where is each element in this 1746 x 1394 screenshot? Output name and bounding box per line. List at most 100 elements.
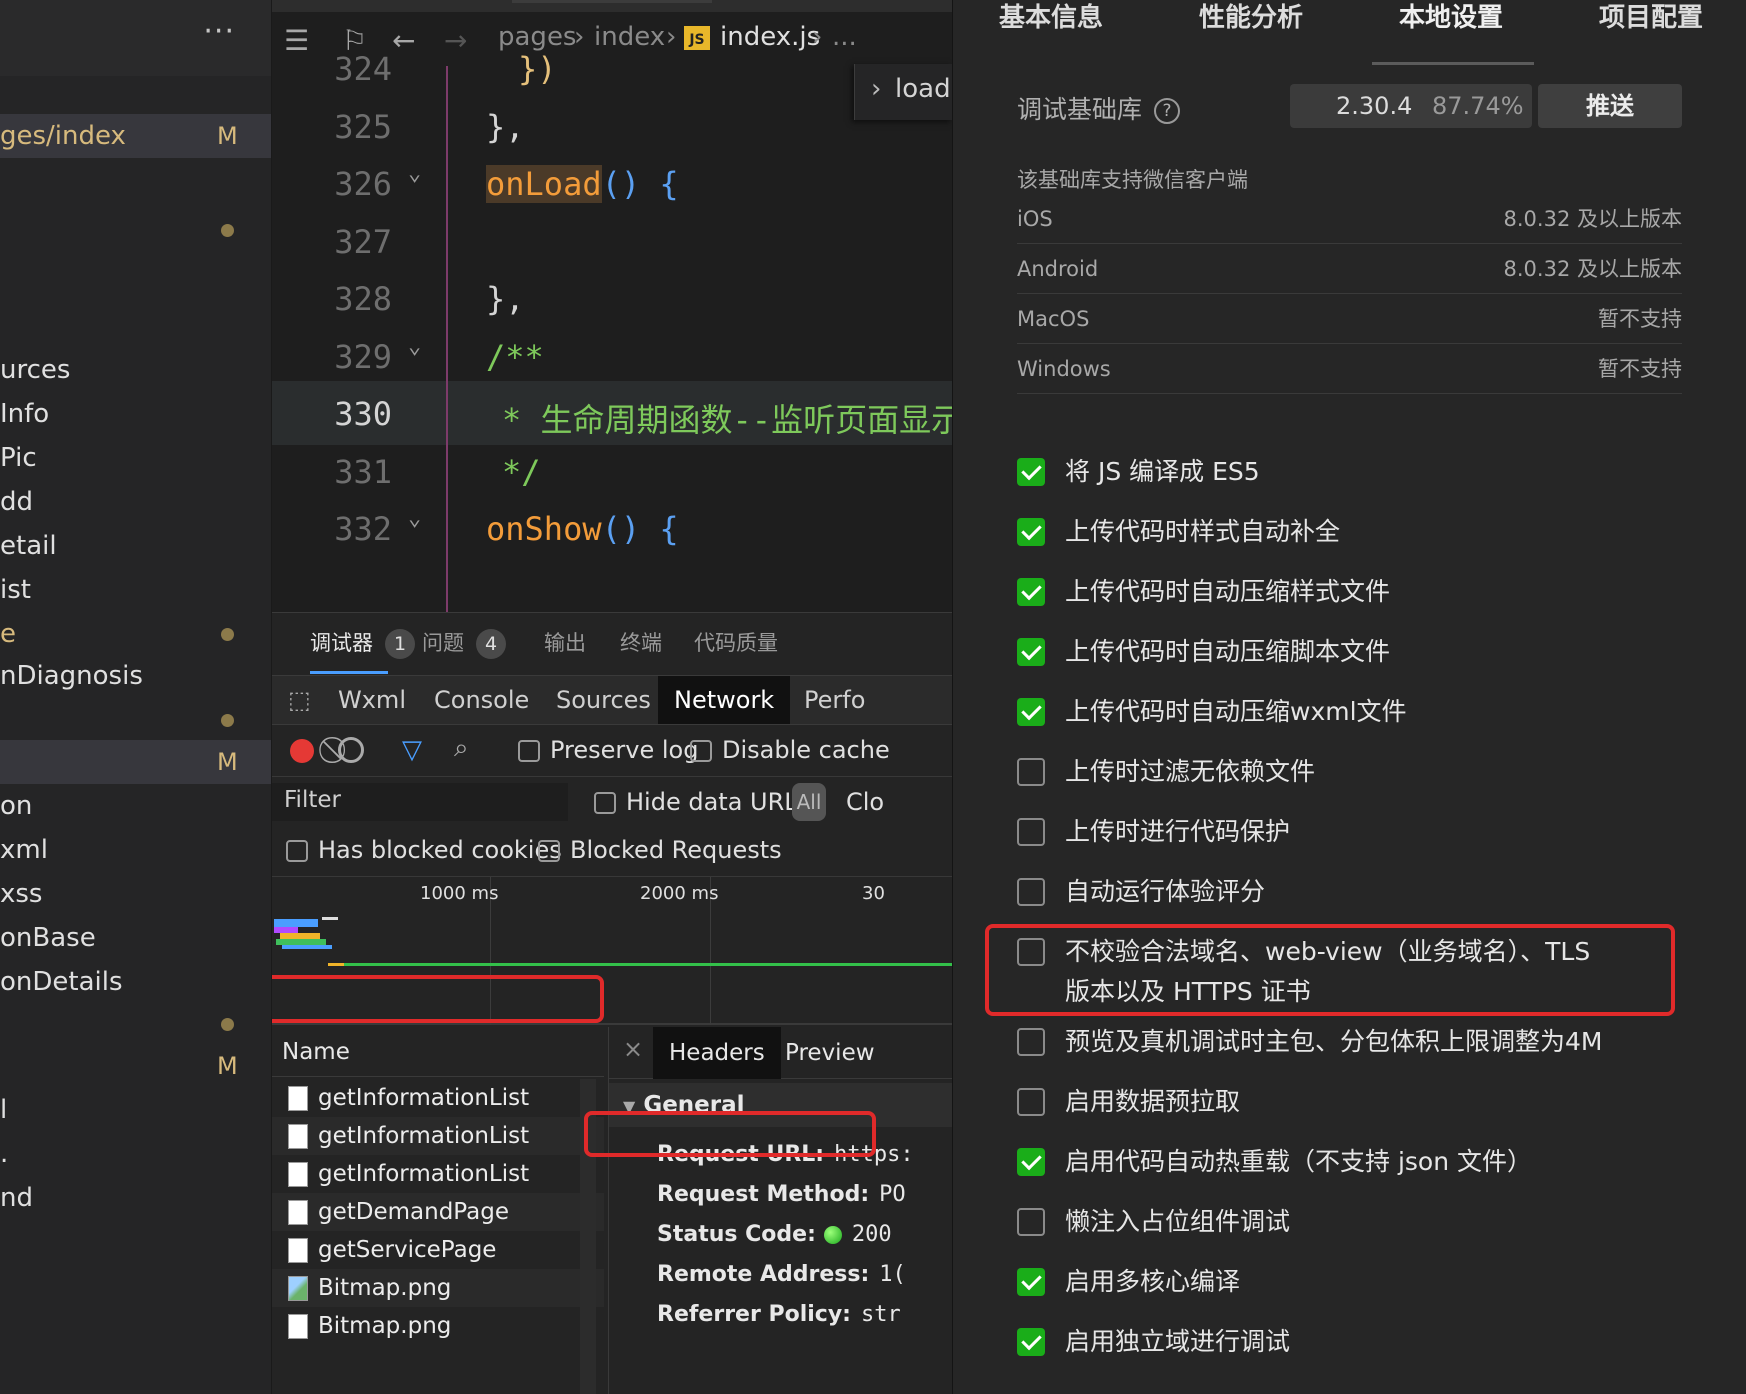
code-editor[interactable]: ☰ ⚐ ← → pages › index › JS index.js › ..… [272,0,952,612]
explorer-item[interactable]: nDiagnosis [0,654,271,698]
explorer-item[interactable]: on [0,784,271,828]
checkbox-checked-icon[interactable] [1017,578,1045,606]
panel-tab[interactable]: 输出 [544,627,586,657]
code-line[interactable]: 329 ⌄ /** [272,324,952,388]
checkbox-unchecked-icon[interactable] [1017,1208,1045,1236]
setting-option-label: 启用多核心编译 [1065,1262,1240,1302]
checkbox-checked-icon[interactable] [1017,698,1045,726]
clear-circle-icon[interactable] [338,737,364,763]
fold-chevron-icon[interactable]: ⌄ [408,334,421,359]
explorer-item[interactable]: e [0,612,271,656]
explorer-item[interactable]: Info [0,392,271,436]
devtools-tab-bar: ⬚ Wxml Console Sources Network Perfo [272,675,952,725]
panel-tab[interactable]: 代码质量 [694,627,778,657]
devtools-tab[interactable]: Console [418,676,545,724]
filter-icon[interactable]: ▽ [402,735,422,765]
checkbox-unchecked-icon[interactable] [1017,758,1045,786]
checkbox-checked-icon[interactable] [1017,1268,1045,1296]
explorer-item[interactable]: onBase [0,916,271,960]
checkbox-checked-icon[interactable] [1017,1148,1045,1176]
request-row[interactable]: getServicePage [272,1231,604,1269]
tab-headers[interactable]: Headers [653,1027,781,1079]
filter-row: Filter Hide data URLs All Clo [272,777,952,829]
panel-tab[interactable]: 问题 4 [422,627,506,659]
record-icon[interactable] [290,739,314,763]
hide-data-urls-checkbox[interactable]: Hide data URLs [594,788,810,816]
lib-version-select[interactable]: 2.30.4 87.74% [1290,84,1532,128]
checkbox-unchecked-icon[interactable] [1017,818,1045,846]
explorer-item[interactable] [0,698,271,742]
explorer-item[interactable]: M [0,1044,271,1088]
explorer-item[interactable]: M [0,740,271,784]
checkbox-checked-icon[interactable] [1017,518,1045,546]
header-value: 1( [879,1262,906,1287]
panel-tab[interactable]: 调试器 1 [310,627,415,659]
preserve-log-checkbox[interactable]: Preserve log [518,736,698,764]
all-filter-button[interactable]: All [792,783,826,821]
header-key: Request Method: [657,1182,870,1207]
code-line[interactable]: 330 * 生命周期函数--监听页面显示 [272,381,952,445]
request-row[interactable]: getInformationList [272,1079,604,1117]
sticky-scroll-widget[interactable]: › load [854,64,952,120]
panel-tab[interactable]: 终端 [620,627,662,657]
fold-chevron-icon[interactable]: ⌄ [408,506,421,531]
has-blocked-cookies-checkbox[interactable]: Has blocked cookies [286,836,562,864]
devtools-tab[interactable]: Wxml [322,676,422,724]
request-row[interactable]: Bitmap.png [272,1269,604,1307]
settings-tab[interactable]: 基本信息 [999,0,1103,64]
close-icon[interactable]: × [623,1035,643,1063]
push-button[interactable]: 推送 [1538,84,1682,128]
request-row[interactable]: Bitmap.png [272,1307,604,1345]
explorer-item[interactable]: etail [0,524,271,568]
blocked-requests-checkbox[interactable]: Blocked Requests [538,836,782,864]
explorer-item[interactable] [0,208,271,252]
name-column-header[interactable]: Name [272,1027,604,1077]
checkbox-checked-icon[interactable] [1017,1328,1045,1356]
fold-chevron-icon[interactable]: ⌄ [408,161,421,186]
more-actions-icon[interactable]: ··· [203,14,235,49]
disable-cache-checkbox[interactable]: Disable cache [690,736,890,764]
explorer-item[interactable]: l [0,1088,271,1132]
explorer-item[interactable]: onDetails [0,960,271,1004]
explorer-item[interactable]: nd [0,1176,271,1220]
code-text: */ [502,453,541,491]
settings-tab[interactable]: 项目配置 [1599,0,1703,64]
help-icon[interactable]: ? [1153,98,1180,124]
devtools-tab[interactable]: Sources [540,676,667,724]
inspect-element-icon[interactable]: ⬚ [288,686,311,714]
explorer-item[interactable]: Pic [0,436,271,480]
checkbox-checked-icon[interactable] [1017,638,1045,666]
checkbox-checked-icon[interactable] [1017,458,1045,486]
code-line[interactable]: 326 ⌄ onLoad() { [272,151,952,215]
settings-tab[interactable]: 性能分析 [1199,0,1303,64]
code-line[interactable]: 328}, [272,266,952,330]
request-name: getServicePage [318,1237,497,1263]
settings-tab[interactable]: 本地设置 [1399,0,1503,64]
code-line[interactable]: 325}, [272,94,952,158]
explorer-item[interactable]: xml [0,828,271,872]
explorer-item[interactable]: ist [0,568,271,612]
checkbox-unchecked-icon[interactable] [1017,878,1045,906]
devtools-tab[interactable]: Network [658,676,791,724]
code-line[interactable]: 332 ⌄ onShow() { [272,496,952,560]
code-line[interactable]: 324}) [272,36,952,100]
request-row[interactable]: getInformationList [272,1155,604,1193]
clo-filter-button[interactable]: Clo [846,788,884,816]
explorer-item[interactable]: xss [0,872,271,916]
explorer-item[interactable]: dd [0,480,271,524]
explorer-item[interactable]: ges/index M [0,114,271,158]
tab-preview[interactable]: Preview [769,1027,891,1079]
explorer-item[interactable]: urces [0,348,271,392]
header-key: Referrer Policy: [657,1302,851,1327]
request-row[interactable]: getInformationList [272,1117,604,1155]
search-icon[interactable]: ⌕ [454,733,469,764]
request-row[interactable]: getDemandPage [272,1193,604,1231]
explorer-item[interactable]: . [0,1132,271,1176]
checkbox-unchecked-icon[interactable] [1017,1028,1045,1056]
code-line[interactable]: 327 [272,209,952,273]
explorer-item[interactable] [0,1002,271,1046]
code-line[interactable]: 331 */ [272,439,952,503]
devtools-tab[interactable]: Perfo [788,676,881,724]
request-details: × Headers Preview ▼ General Request URL:… [608,1027,952,1394]
checkbox-unchecked-icon[interactable] [1017,1088,1045,1116]
